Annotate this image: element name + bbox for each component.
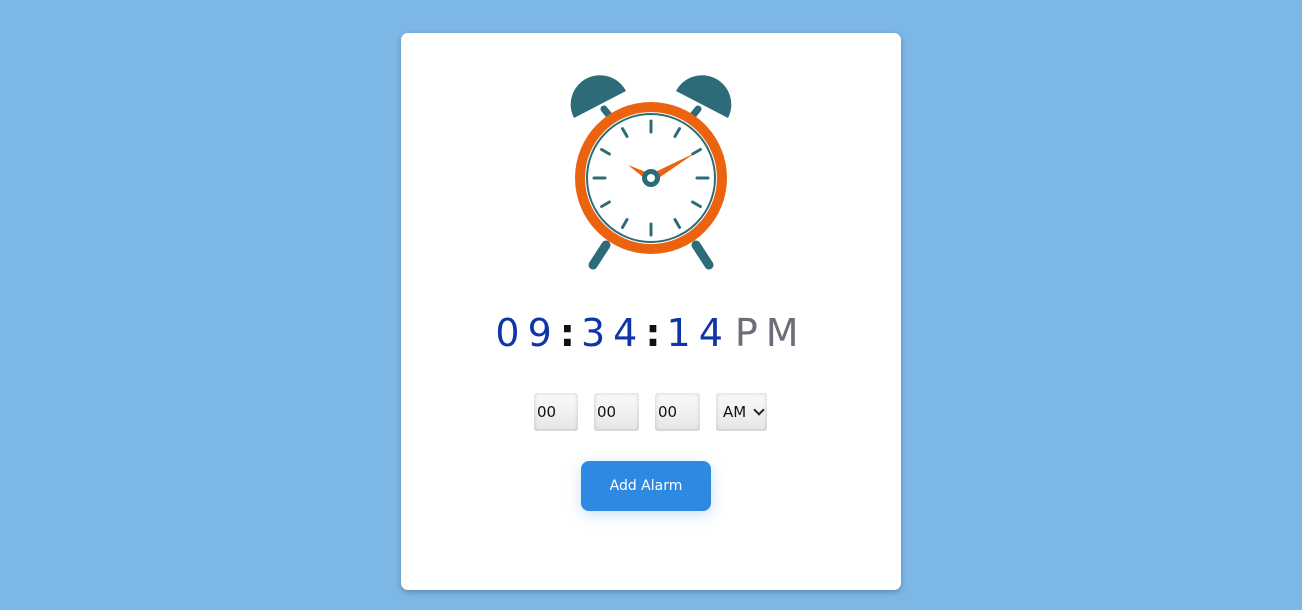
meridiem-display: PM [734,311,807,355]
time-separator: : [645,311,667,355]
alarm-second-input[interactable] [655,393,700,431]
hours-display: 09 [495,311,560,355]
chevron-down-icon [753,404,765,416]
alarm-clock-icon [570,75,732,270]
alarm-meridiem-select[interactable]: AM [716,393,767,431]
alarm-card: 09:34:14PM AM Add Alarm [401,33,901,590]
time-separator: : [559,311,581,355]
alarm-minute-input[interactable] [594,393,639,431]
alarm-hour-input[interactable] [534,393,578,431]
current-time-display: 09:34:14 PM [401,303,901,363]
minutes-display: 34 [580,311,646,355]
seconds-display: 14 [666,311,731,355]
meridiem-selected-value: AM [723,403,747,421]
add-alarm-button[interactable]: Add Alarm [581,461,711,511]
alarm-time-inputs: AM [534,393,774,431]
